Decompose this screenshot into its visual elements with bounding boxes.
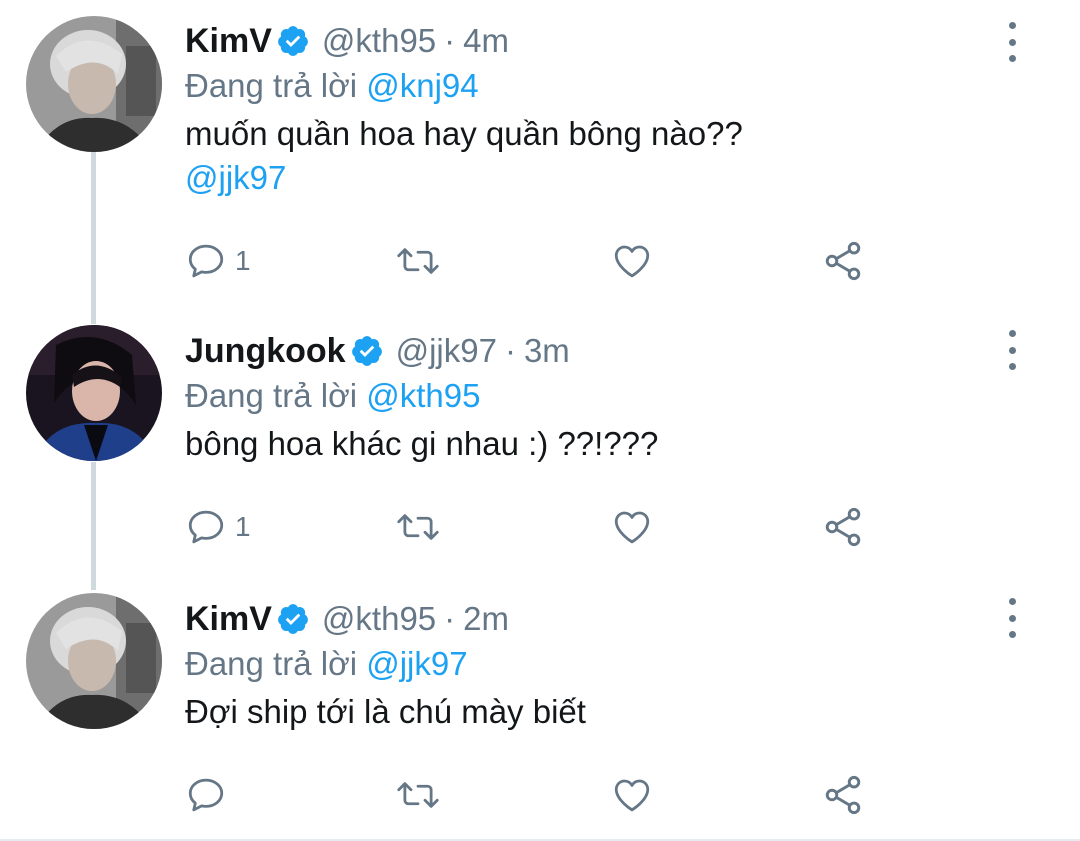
replying-to: Đang trả lời @knj94 bbox=[185, 64, 990, 108]
tweet-actions: 1 bbox=[185, 236, 885, 286]
tweet-actions bbox=[185, 770, 885, 820]
reply-icon bbox=[188, 244, 224, 278]
timestamp[interactable]: 3m bbox=[524, 332, 570, 370]
share-icon bbox=[825, 241, 861, 281]
tweet-header: KimV @kth95 · 4m bbox=[185, 18, 990, 64]
replying-to-label: Đang trả lời bbox=[185, 377, 358, 414]
heart-icon bbox=[614, 779, 650, 812]
replying-to-label: Đang trả lời bbox=[185, 645, 358, 682]
share-icon bbox=[825, 775, 861, 815]
tweet[interactable]: KimV @kth95 · 2m Đang trả lời @jjk97 Đợi… bbox=[0, 584, 1080, 841]
replying-to-mention[interactable]: @knj94 bbox=[366, 67, 478, 104]
tweet-text: muốn quần hoa hay quần bông nào?? @jjk97 bbox=[185, 112, 990, 200]
like-button[interactable] bbox=[610, 502, 654, 552]
separator: · bbox=[444, 600, 456, 637]
verified-badge-icon bbox=[278, 26, 308, 56]
reply-count: 1 bbox=[235, 245, 251, 276]
share-button[interactable] bbox=[821, 236, 865, 286]
tweet-body: bông hoa khác gi nhau :) ??!??? bbox=[185, 425, 659, 462]
replying-to: Đang trả lời @jjk97 bbox=[185, 642, 990, 686]
more-options-icon[interactable] bbox=[1002, 22, 1022, 62]
heart-icon bbox=[614, 245, 650, 278]
tweet-header: Jungkook @jjk97 · 3m bbox=[185, 328, 990, 374]
display-name[interactable]: Jungkook bbox=[185, 332, 346, 371]
reply-button[interactable] bbox=[185, 770, 235, 820]
retweet-button[interactable] bbox=[395, 236, 441, 286]
tweet[interactable]: Jungkook @jjk97 · 3m Đang trả lời @kth95… bbox=[0, 300, 1080, 584]
verified-badge-icon bbox=[278, 604, 308, 634]
retweet-button[interactable] bbox=[395, 502, 441, 552]
separator: · bbox=[504, 332, 516, 369]
more-options-icon[interactable] bbox=[1002, 598, 1022, 638]
display-name[interactable]: KimV bbox=[185, 22, 272, 61]
tweet-actions: 1 bbox=[185, 502, 885, 552]
like-button[interactable] bbox=[610, 770, 654, 820]
replying-to: Đang trả lời @kth95 bbox=[185, 374, 990, 418]
tweet-body: muốn quần hoa hay quần bông nào?? bbox=[185, 115, 743, 152]
tweet[interactable]: KimV @kth95 · 4m Đang trả lời @knj94 muố… bbox=[0, 0, 1080, 300]
replying-to-mention[interactable]: @jjk97 bbox=[366, 645, 467, 682]
handle[interactable]: @kth95 bbox=[322, 22, 436, 60]
tweet-text: Đợi ship tới là chú mày biết bbox=[185, 690, 990, 734]
replying-to-label: Đang trả lời bbox=[185, 67, 358, 104]
reply-count: 1 bbox=[235, 511, 251, 542]
tweet-mention[interactable]: @jjk97 bbox=[185, 156, 990, 200]
tweet-header: KimV @kth95 · 2m bbox=[185, 596, 990, 642]
verified-badge-icon bbox=[351, 336, 382, 366]
retweet-icon bbox=[397, 248, 439, 274]
avatar[interactable] bbox=[26, 593, 162, 729]
like-button[interactable] bbox=[610, 236, 654, 286]
handle[interactable]: @jjk97 bbox=[396, 332, 497, 370]
separator: · bbox=[444, 22, 456, 59]
retweet-icon bbox=[397, 782, 439, 808]
replying-to-mention[interactable]: @kth95 bbox=[366, 377, 480, 414]
avatar[interactable] bbox=[26, 16, 162, 152]
reply-icon bbox=[188, 510, 224, 544]
reply-button[interactable]: 1 bbox=[185, 236, 251, 286]
reply-button[interactable]: 1 bbox=[185, 502, 251, 552]
retweet-button[interactable] bbox=[395, 770, 441, 820]
display-name[interactable]: KimV bbox=[185, 600, 272, 639]
share-icon bbox=[825, 507, 861, 547]
heart-icon bbox=[614, 511, 650, 544]
more-options-icon[interactable] bbox=[1002, 330, 1022, 370]
handle[interactable]: @kth95 bbox=[322, 600, 436, 638]
avatar[interactable] bbox=[26, 325, 162, 461]
share-button[interactable] bbox=[821, 502, 865, 552]
tweet-body: Đợi ship tới là chú mày biết bbox=[185, 693, 586, 730]
retweet-icon bbox=[397, 514, 439, 540]
tweet-text: bông hoa khác gi nhau :) ??!??? bbox=[185, 422, 990, 466]
timestamp[interactable]: 2m bbox=[463, 600, 509, 638]
reply-icon bbox=[188, 778, 224, 812]
share-button[interactable] bbox=[821, 770, 865, 820]
timestamp[interactable]: 4m bbox=[463, 22, 509, 60]
